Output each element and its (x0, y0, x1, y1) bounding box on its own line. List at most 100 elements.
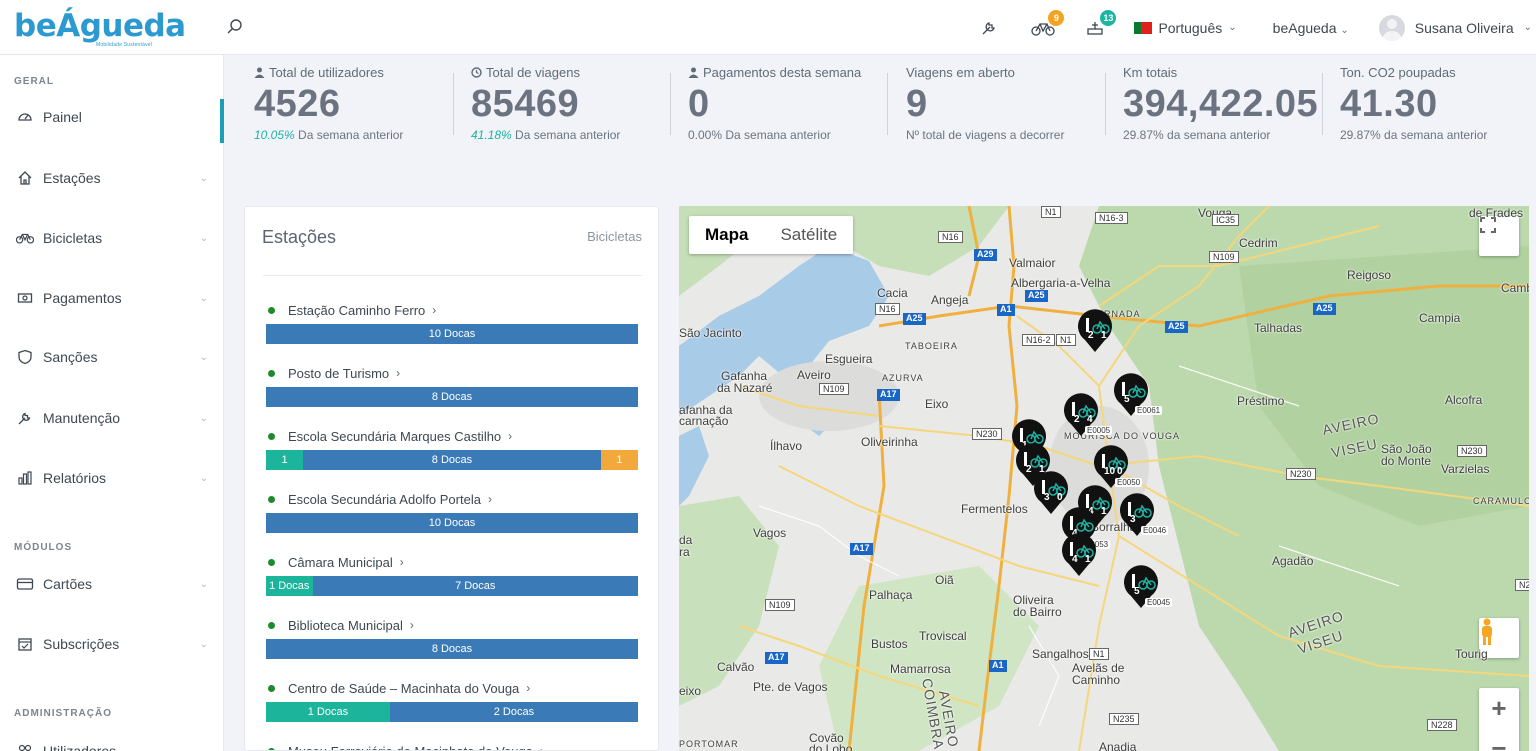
chevron-down-icon: ⌄ (1523, 22, 1532, 33)
avatar (1378, 14, 1405, 41)
section-title-administracao: ADMINISTRAÇÃO (14, 708, 112, 719)
station-marker[interactable]: 2 4 E0005 (1063, 392, 1113, 438)
stat-label: Pagamentos desta semana (703, 65, 862, 80)
user-menu[interactable]: Susana Oliveira ⌄ (1378, 14, 1532, 41)
sidebar-item-cartoes[interactable]: Cartões ⌄ (0, 564, 224, 604)
sidebar-item-label: Cartões (43, 576, 93, 592)
docks-segment-blue: 7 Docas (312, 576, 638, 596)
sidebar-item-bicicletas[interactable]: Bicicletas ⌄ (0, 218, 224, 258)
sidebar-item-manutencao[interactable]: Manutenção ⌄ (0, 398, 224, 438)
map-place-label: Caminho (1072, 673, 1121, 687)
stats-row: Total de utilizadores 4526 10.05% Da sem… (224, 55, 1536, 175)
map-type-satellite-button[interactable]: Satélite (764, 216, 853, 254)
map-place-label: Albergaria-a-Velha (1011, 276, 1111, 290)
stat-label: Viagens em aberto (906, 65, 1015, 80)
sidebar-item-pagamentos[interactable]: Pagamentos ⌄ (0, 278, 224, 318)
station-name: Posto de Turismo (288, 365, 390, 381)
map-type-map-button[interactable]: Mapa (689, 216, 764, 254)
marker-code: E0061 (1135, 406, 1163, 415)
docks-segment-blue: 8 Docas (266, 387, 638, 407)
station-name-link[interactable]: Biblioteca Municipal › (266, 617, 638, 633)
road-shield: IC35 (1212, 214, 1240, 226)
road-shield: A17 (850, 543, 873, 555)
station-marker[interactable]: 5 E0045 (1123, 564, 1173, 610)
organization-selector[interactable]: beAgueda ⌄ (1273, 20, 1349, 36)
station-name-link[interactable]: Posto de Turismo › (266, 365, 638, 381)
station-marker[interactable]: 21 (1077, 308, 1113, 354)
sidebar-item-subscricoes[interactable]: Subscrições ⌄ (0, 624, 224, 664)
docks-segment-orange: 1 (600, 450, 638, 470)
road-shield: A25 (1313, 303, 1336, 315)
road-shield: A25 (1025, 290, 1048, 302)
map-place-label: Tourig (1455, 647, 1488, 661)
station-name-link[interactable]: Estação Caminho Ferro › (266, 302, 638, 318)
station-name-link[interactable]: Museu Ferroviário de Macinhata do Vouga › (266, 743, 638, 750)
map-place-label: Palhaça (869, 588, 913, 602)
map-place-label: Camb (1501, 281, 1529, 295)
docks-segment-teal: 1 Docas (266, 576, 313, 596)
map-place-label: Fermentelos (961, 502, 1028, 516)
marker-code: E0046 (1141, 526, 1169, 535)
station-marker[interactable]: 3 E0046 (1119, 492, 1169, 538)
sidebar-item-utilizadores[interactable]: Utilizadores ⌄ (0, 731, 224, 751)
map-place-label: Talhadas (1254, 321, 1303, 335)
map-place-label: Troviscal (919, 629, 967, 643)
stat-value: 394,422.05 (1123, 83, 1319, 125)
zoom-in-button[interactable]: + (1479, 688, 1519, 728)
logo-subtitle: Mobilidade Sustentável (96, 42, 153, 48)
shield-icon (16, 348, 34, 366)
marker-count-available: 1 (1085, 554, 1091, 565)
map-place-label: do Monte (1381, 454, 1432, 468)
marker-count-docked: 5 (1134, 586, 1140, 597)
docks-segment-blue: 10 Docas (266, 513, 638, 533)
sidebar-item-estacoes[interactable]: Estações ⌄ (0, 158, 224, 198)
road-shield: A17 (877, 389, 900, 401)
map[interactable]: Mapa Satélite + − Valmaior Albergaria-a-V… (679, 206, 1529, 751)
section-title-geral: GERAL (14, 76, 54, 87)
map-place-label: Esgueira (825, 352, 873, 366)
station-name-link[interactable]: Escola Secundária Marques Castilho › (266, 428, 638, 444)
station-name-link[interactable]: Câmara Municipal › (266, 554, 638, 570)
dock-notifications-button[interactable]: 13 (1082, 9, 1117, 41)
search-icon[interactable] (226, 18, 244, 36)
sidebar-item-sancoes[interactable]: Sanções ⌄ (0, 337, 224, 377)
station-name-link[interactable]: Escola Secundária Adolfo Portela › (266, 491, 638, 507)
stat-sub: Da semana anterior (511, 128, 621, 142)
stat-sub: 0.00% Da semana anterior (688, 128, 831, 142)
station-marker[interactable]: 5 E0061 (1113, 372, 1163, 418)
sidebar-item-painel[interactable]: Painel (0, 97, 224, 143)
station-name-link[interactable]: Centro de Saúde – Macinhata do Vouga › (266, 680, 638, 696)
stat-co2-saved: Ton. CO2 poupadas 41.30 29.87% da semana… (1340, 65, 1487, 155)
road-shield: N16 (875, 303, 900, 315)
sidebar-item-relatorios[interactable]: Relatórios ⌄ (0, 458, 224, 498)
top-bar: beÁgueda Mobilidade Sustentável 9 13 Por… (0, 0, 1536, 55)
station-item: Escola Secundária Adolfo Portela › 10 Doca… (266, 491, 638, 533)
stat-label: Total de viagens (486, 65, 580, 80)
station-marker[interactable]: 41 (1061, 532, 1097, 578)
road-shield: N1 (1041, 206, 1061, 218)
logo[interactable]: beÁgueda Mobilidade Sustentável (14, 10, 186, 48)
chart-icon (16, 469, 34, 487)
bicicletas-link[interactable]: Bicicletas (587, 229, 642, 244)
chevron-down-icon: ⌄ (199, 351, 208, 363)
docks-bar: 10 Docas (266, 324, 638, 344)
docks-bar: 1 Docas 7 Docas (266, 576, 638, 596)
bike-notifications-button[interactable]: 9 (1030, 9, 1065, 41)
language-selector[interactable]: Português ⌄ (1134, 20, 1237, 36)
marker-count-docked: 2 (1026, 464, 1032, 475)
stat-percent: 10.05% (254, 128, 295, 142)
payment-icon (16, 289, 34, 307)
marker-code: E0050 (1115, 478, 1143, 487)
chevron-down-icon: ⌄ (199, 578, 208, 590)
station-name: Biblioteca Municipal (288, 617, 403, 633)
docks-bar: 1 Docas 2 Docas (266, 702, 638, 722)
stat-weekly-payments: Pagamentos desta semana 0 0.00% Da seman… (688, 65, 861, 155)
user-icon (254, 67, 265, 78)
map-place-label: Bustos (871, 637, 908, 651)
road-shield: N109 (765, 599, 795, 611)
wrench-icon[interactable] (976, 15, 1002, 41)
stat-value: 85469 (471, 83, 580, 125)
marker-count-available: 0 (1057, 492, 1063, 503)
zoom-out-button[interactable]: − (1479, 728, 1519, 751)
fullscreen-button[interactable] (1479, 216, 1519, 256)
